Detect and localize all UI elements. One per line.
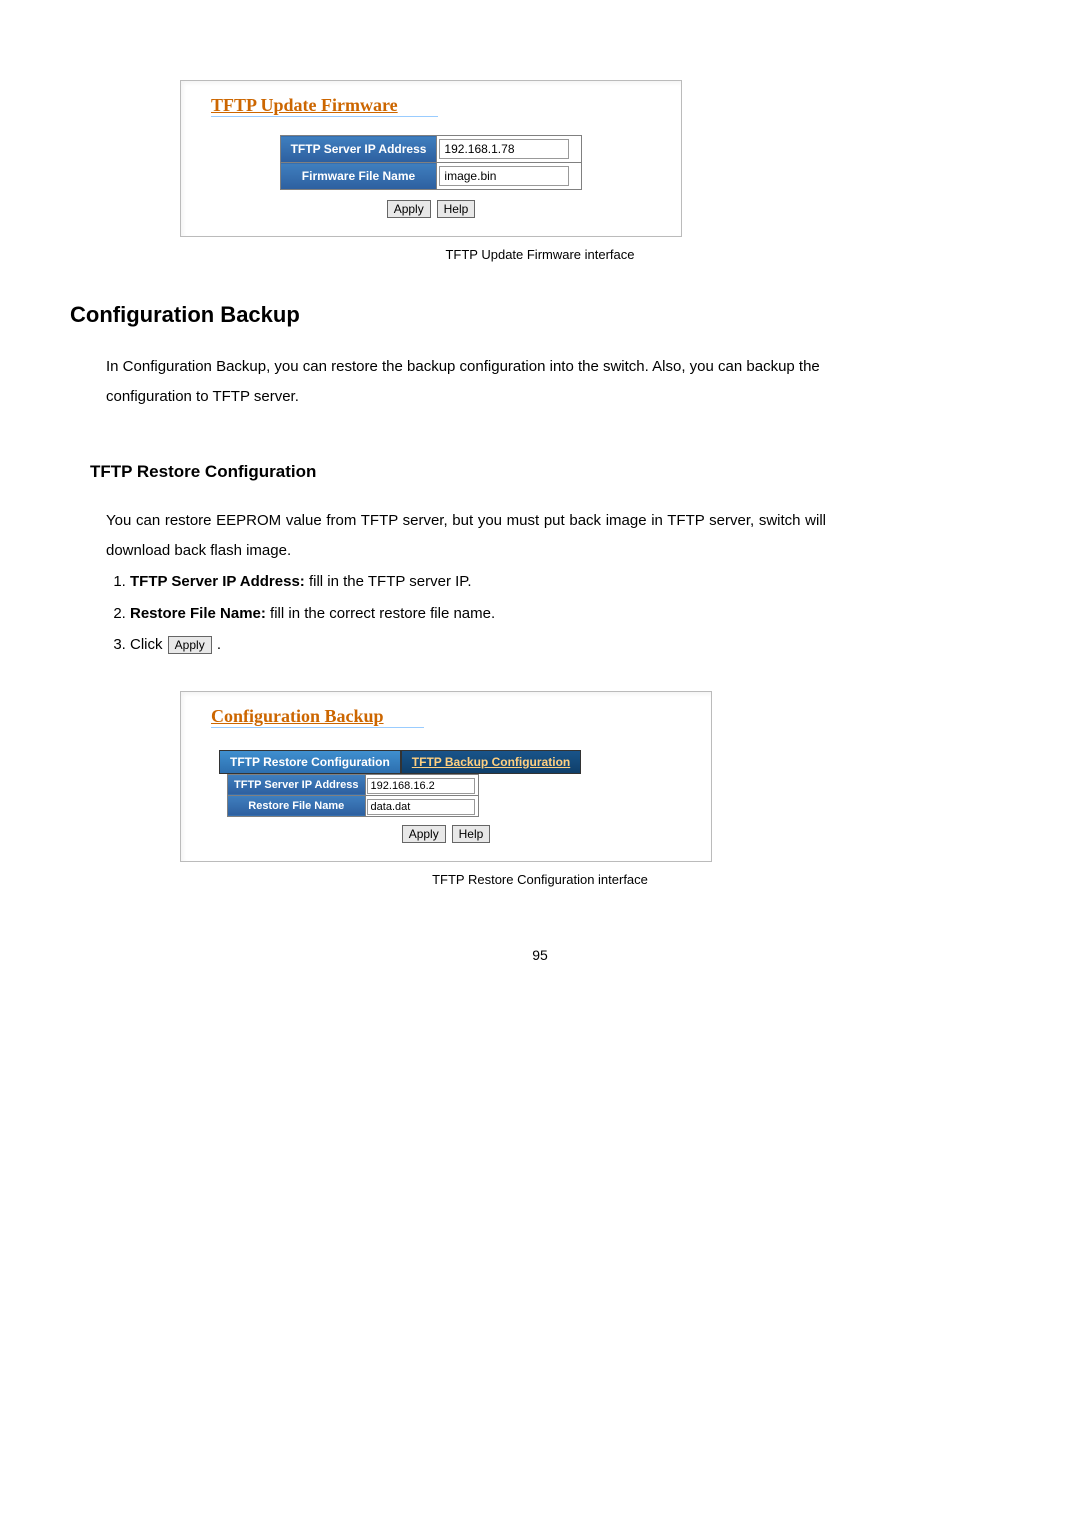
step-3: Click Apply . bbox=[130, 629, 830, 661]
steps-list: TFTP Server IP Address: fill in the TFTP… bbox=[106, 566, 830, 661]
configuration-backup-paragraph: In Configuration Backup, you can restore… bbox=[106, 352, 826, 412]
step-2: Restore File Name: fill in the correct r… bbox=[130, 598, 830, 630]
help-button[interactable]: Help bbox=[437, 200, 476, 218]
firmware-filename-input[interactable] bbox=[439, 166, 569, 186]
tftp-restore-heading: TFTP Restore Configuration bbox=[90, 462, 1010, 482]
inline-apply-button[interactable]: Apply bbox=[168, 636, 212, 654]
restore-button-row: Apply Help bbox=[211, 825, 681, 843]
tab-restore[interactable]: TFTP Restore Configuration bbox=[219, 750, 401, 774]
configuration-backup-heading: Configuration Backup bbox=[70, 302, 1010, 328]
restore-apply-button[interactable]: Apply bbox=[402, 825, 446, 843]
tftp-ip-input[interactable] bbox=[439, 139, 569, 159]
restore-filename-input[interactable] bbox=[367, 799, 475, 815]
restore-filename-cell bbox=[365, 795, 478, 816]
step-1-rest: fill in the TFTP server IP. bbox=[305, 573, 472, 590]
firmware-caption: TFTP Update Firmware interface bbox=[70, 247, 1010, 262]
step-2-rest: fill in the correct restore file name. bbox=[266, 605, 495, 622]
firmware-form-table: TFTP Server IP Address Firmware File Nam… bbox=[280, 135, 583, 190]
step-3-prefix: Click bbox=[130, 636, 167, 653]
restore-ip-label: TFTP Server IP Address bbox=[228, 774, 366, 795]
configuration-backup-panel: Configuration Backup TFTP Restore Config… bbox=[180, 691, 712, 862]
tftp-restore-paragraph: You can restore EEPROM value from TFTP s… bbox=[106, 506, 826, 566]
firmware-button-row: Apply Help bbox=[211, 200, 651, 218]
panel-title: TFTP Update Firmware bbox=[211, 95, 438, 117]
tab-backup[interactable]: TFTP Backup Configuration bbox=[401, 750, 581, 774]
firmware-filename-cell bbox=[437, 163, 582, 190]
restore-filename-label: Restore File Name bbox=[228, 795, 366, 816]
step-1: TFTP Server IP Address: fill in the TFTP… bbox=[130, 566, 830, 598]
apply-button[interactable]: Apply bbox=[387, 200, 431, 218]
page-number: 95 bbox=[70, 947, 1010, 963]
restore-caption: TFTP Restore Configuration interface bbox=[70, 872, 1010, 887]
firmware-filename-label: Firmware File Name bbox=[280, 163, 437, 190]
tftp-update-firmware-panel: TFTP Update Firmware TFTP Server IP Addr… bbox=[180, 80, 682, 237]
step-1-bold: TFTP Server IP Address: bbox=[130, 573, 305, 590]
tftp-ip-cell bbox=[437, 136, 582, 163]
step-3-suffix: . bbox=[213, 636, 221, 653]
tabs-row: TFTP Restore Configuration TFTP Backup C… bbox=[219, 750, 681, 774]
tftp-ip-label: TFTP Server IP Address bbox=[280, 136, 437, 163]
restore-help-button[interactable]: Help bbox=[452, 825, 491, 843]
step-2-bold: Restore File Name: bbox=[130, 605, 266, 622]
restore-ip-cell bbox=[365, 774, 478, 795]
restore-ip-input[interactable] bbox=[367, 778, 475, 794]
backup-panel-title: Configuration Backup bbox=[211, 706, 424, 728]
restore-form-table: TFTP Server IP Address Restore File Name bbox=[227, 774, 479, 817]
